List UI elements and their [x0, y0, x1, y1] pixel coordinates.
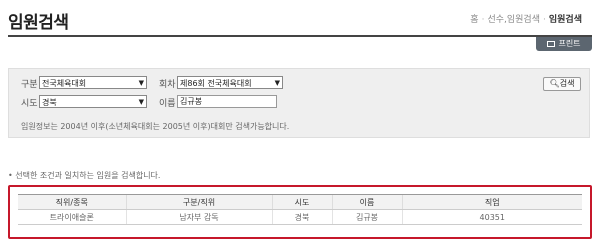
table-header-row: 직위/종목 구분/직위 시도 이름 직업	[18, 194, 582, 210]
category-label: 구분	[21, 80, 38, 90]
results-table: 직위/종목 구분/직위 시도 이름 직업 트라이애슬론 남자부 감독 경북 김규…	[18, 194, 582, 225]
cell-position-event: 트라이애슬론	[18, 209, 126, 225]
search-button[interactable]: 🔍︎검색	[543, 77, 581, 91]
title-divider	[8, 35, 592, 37]
session-select-value: 제86회 전국체육대회	[180, 79, 252, 88]
session-select[interactable]: 제86회 전국체육대회 ▼	[177, 76, 283, 89]
search-button-label: 검색	[559, 79, 575, 88]
search-notice: 임원정보는 2004년 이후(소년체육대회는 2005년 이후)대회만 검색가능…	[21, 122, 290, 131]
search-panel: 구분 전국체육대회 ▼ 회차 제86회 전국체육대회 ▼ 🔍︎검색 시도 경북 …	[8, 68, 590, 138]
region-select-value: 경북	[42, 98, 57, 107]
region-label: 시도	[21, 99, 38, 109]
header-category-position: 구분/직위	[125, 194, 272, 210]
page-title: 임원검색	[8, 13, 69, 33]
breadcrumb-home[interactable]: 홈	[470, 15, 478, 25]
name-label: 이름	[159, 99, 176, 109]
name-input[interactable]: 김규봉	[177, 95, 277, 108]
category-select[interactable]: 전국체육대회 ▼	[39, 76, 147, 89]
chevron-down-icon: ▼	[138, 98, 144, 106]
region-select[interactable]: 경북 ▼	[39, 95, 147, 108]
print-button[interactable]: 프린트	[536, 37, 592, 51]
breadcrumb-current: 임원검색	[548, 15, 582, 25]
header-occupation: 직업	[401, 194, 582, 210]
result-note: • 선택한 조건과 일치하는 임원을 검색합니다.	[8, 171, 161, 180]
header-region: 시도	[271, 194, 332, 210]
cell-category-position: 남자부 감독	[125, 209, 272, 225]
chevron-down-icon: ▼	[138, 79, 144, 87]
table-row[interactable]: 트라이애슬론 남자부 감독 경북 김규봉 40351	[18, 209, 582, 225]
cell-name: 김규봉	[331, 209, 402, 225]
session-label: 회차	[159, 80, 176, 90]
search-icon: 🔍︎	[549, 79, 560, 88]
breadcrumb: 홈 · 선수,임원검색 · 임원검색	[470, 15, 582, 25]
category-select-value: 전국체육대회	[42, 79, 87, 88]
print-label: 프린트	[558, 39, 581, 48]
printer-icon	[547, 41, 556, 47]
header-name: 이름	[331, 194, 402, 210]
results-highlight: 직위/종목 구분/직위 시도 이름 직업 트라이애슬론 남자부 감독 경북 김규…	[8, 185, 592, 239]
cell-region: 경북	[271, 209, 332, 225]
chevron-down-icon: ▼	[274, 79, 280, 87]
breadcrumb-section[interactable]: 선수,임원검색	[487, 15, 540, 25]
header-position-event: 직위/종목	[18, 194, 126, 210]
cell-occupation: 40351	[401, 209, 582, 225]
